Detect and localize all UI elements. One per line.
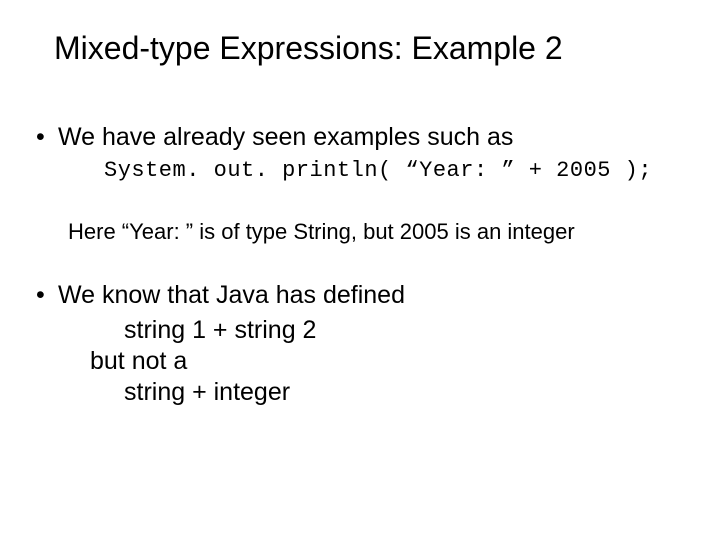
bullet-row: • We have already seen examples such as	[30, 123, 690, 152]
code-sample: System. out. println( “Year: ” + 2005 );	[104, 158, 690, 183]
sub-line-3: string + integer	[124, 378, 690, 407]
bullet-item-2: • We know that Java has defined	[30, 281, 690, 310]
bullet-item-1: • We have already seen examples such as	[30, 123, 690, 152]
bullet-text: We know that Java has defined	[58, 281, 690, 310]
bullet-text: We have already seen examples such as	[58, 123, 690, 152]
sub-line-2: but not a	[90, 347, 690, 376]
slide-title: Mixed-type Expressions: Example 2	[54, 30, 690, 67]
sub-line-1: string 1 + string 2	[124, 316, 690, 345]
bullet-row: • We know that Java has defined	[30, 281, 690, 310]
bullet-dot-icon: •	[30, 123, 58, 152]
explanation-text: Here “Year: ” is of type String, but 200…	[68, 219, 690, 245]
bullet-dot-icon: •	[30, 281, 58, 310]
